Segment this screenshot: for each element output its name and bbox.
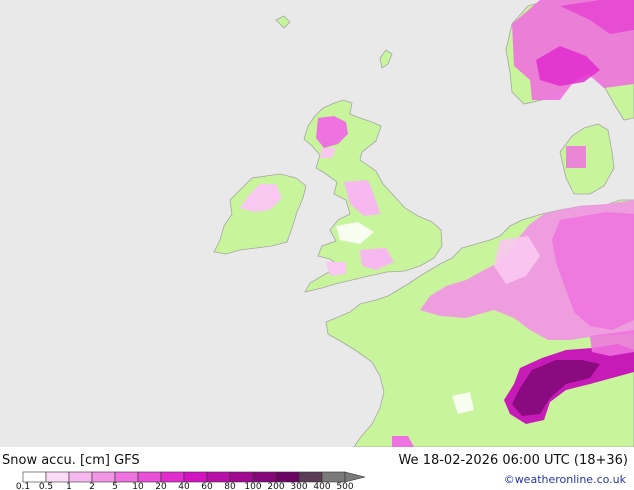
product-title: Snow accu. [cm] GFS [2, 453, 140, 468]
legend-label: 10 [132, 482, 144, 490]
legend-swatch [68, 471, 93, 483]
legend-swatch [252, 471, 277, 483]
footer: Snow accu. [cm] GFS We 18-02-2026 06:00 … [0, 447, 634, 490]
legend-swatch [22, 471, 47, 483]
snow-denmark [566, 146, 586, 168]
model-name: GFS [114, 453, 140, 468]
legend-label: 400 [313, 482, 330, 490]
legend-label: 500 [336, 482, 353, 490]
legend-label: 40 [178, 482, 190, 490]
legend-label: 1 [66, 482, 72, 490]
copyright: ©weatheronline.co.uk [503, 473, 626, 486]
legend-swatch [91, 471, 116, 483]
legend-arrow [344, 471, 366, 483]
legend-label: 300 [290, 482, 307, 490]
legend-swatch [206, 471, 231, 483]
legend-label: 80 [224, 482, 236, 490]
legend-swatch [114, 471, 139, 483]
legend-swatch [183, 471, 208, 483]
legend-swatch [321, 471, 346, 483]
valid-time: We 18-02-2026 06:00 UTC (18+36) [398, 453, 628, 468]
legend-swatch [160, 471, 185, 483]
legend-swatch [45, 471, 70, 483]
legend: 0.1 0.5 1 2 5 10 20 40 60 80 100 200 300 400 500 [16, 471, 366, 490]
legend-label: 5 [112, 482, 118, 490]
legend-label: 0.1 [16, 482, 30, 490]
legend-swatch [229, 471, 254, 483]
legend-label: 2 [89, 482, 95, 490]
legend-label: 60 [201, 482, 213, 490]
legend-swatch [298, 471, 323, 483]
legend-swatch [137, 471, 162, 483]
map-area[interactable] [0, 0, 634, 447]
legend-label: 100 [244, 482, 261, 490]
legend-swatch [275, 471, 300, 483]
product-name: Snow accu. [cm] [2, 453, 110, 468]
legend-label: 0.5 [39, 482, 53, 490]
legend-label: 20 [155, 482, 167, 490]
legend-label: 200 [267, 482, 284, 490]
map-canvas [0, 0, 634, 447]
